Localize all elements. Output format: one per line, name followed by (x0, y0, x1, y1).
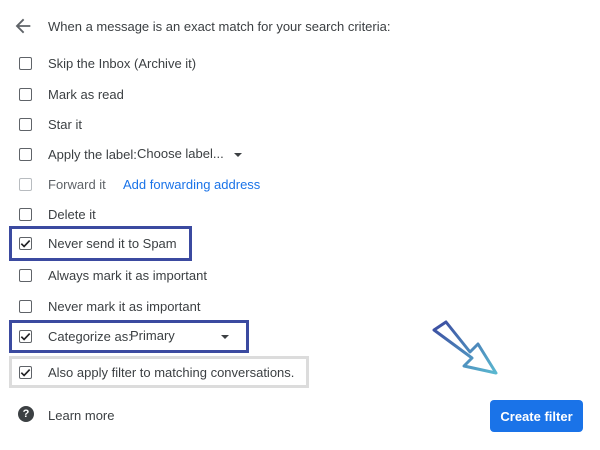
help-circle-icon[interactable]: ? (18, 406, 34, 422)
label-select-value: Choose label... (137, 146, 224, 161)
delete-label: Delete it (48, 207, 96, 222)
chevron-down-icon (220, 334, 229, 339)
apply-label-label: Apply the label: (48, 147, 137, 162)
checkmark-icon (20, 332, 31, 341)
option-delete: Delete it (0, 203, 600, 227)
categorize-checkbox[interactable] (19, 330, 32, 343)
chevron-down-icon (233, 152, 242, 157)
always-important-checkbox[interactable] (19, 269, 32, 282)
apply-existing-label: Also apply filter to matching conversati… (48, 365, 295, 380)
option-skip-inbox: Skip the Inbox (Archive it) (0, 52, 600, 76)
option-forward: Forward it Add forwarding address (0, 173, 600, 197)
pointing-arrow-icon (432, 320, 498, 375)
option-always-important: Always mark it as important (0, 264, 600, 288)
apply-existing-checkbox[interactable] (19, 366, 32, 379)
star-checkbox[interactable] (19, 118, 32, 131)
mark-read-checkbox[interactable] (19, 88, 32, 101)
delete-checkbox[interactable] (19, 208, 32, 221)
option-never-spam: Never send it to Spam (0, 232, 600, 256)
add-forwarding-address-link[interactable]: Add forwarding address (123, 177, 260, 192)
skip-inbox-checkbox[interactable] (19, 57, 32, 70)
forward-label: Forward it (48, 177, 106, 192)
mark-read-label: Mark as read (48, 87, 124, 102)
option-star: Star it (0, 113, 600, 137)
option-never-important: Never mark it as important (0, 295, 600, 319)
checkmark-icon (20, 368, 31, 377)
categorize-label: Categorize as: (48, 329, 132, 344)
never-spam-label: Never send it to Spam (48, 236, 177, 251)
category-select[interactable]: Primary (130, 328, 229, 343)
label-select[interactable]: Choose label... (137, 146, 242, 161)
learn-more-link[interactable]: Learn more (48, 408, 114, 423)
always-important-label: Always mark it as important (48, 268, 207, 283)
star-label: Star it (48, 117, 82, 132)
page-title: When a message is an exact match for you… (48, 19, 391, 34)
skip-inbox-label: Skip the Inbox (Archive it) (48, 56, 197, 71)
create-filter-button[interactable]: Create filter (490, 400, 583, 432)
option-mark-read: Mark as read (0, 83, 600, 107)
never-important-checkbox[interactable] (19, 300, 32, 313)
arrow-left-icon[interactable] (12, 15, 34, 37)
option-apply-existing: Also apply filter to matching conversati… (0, 361, 600, 385)
option-categorize: Categorize as: Primary (0, 325, 600, 349)
filter-actions-header: When a message is an exact match for you… (0, 0, 600, 50)
option-apply-label: Apply the label: Choose label... (0, 143, 600, 167)
never-important-label: Never mark it as important (48, 299, 201, 314)
apply-label-checkbox[interactable] (19, 148, 32, 161)
category-select-value: Primary (130, 328, 175, 343)
never-spam-checkbox[interactable] (19, 237, 32, 250)
checkmark-icon (20, 239, 31, 248)
forward-checkbox[interactable] (19, 178, 32, 191)
